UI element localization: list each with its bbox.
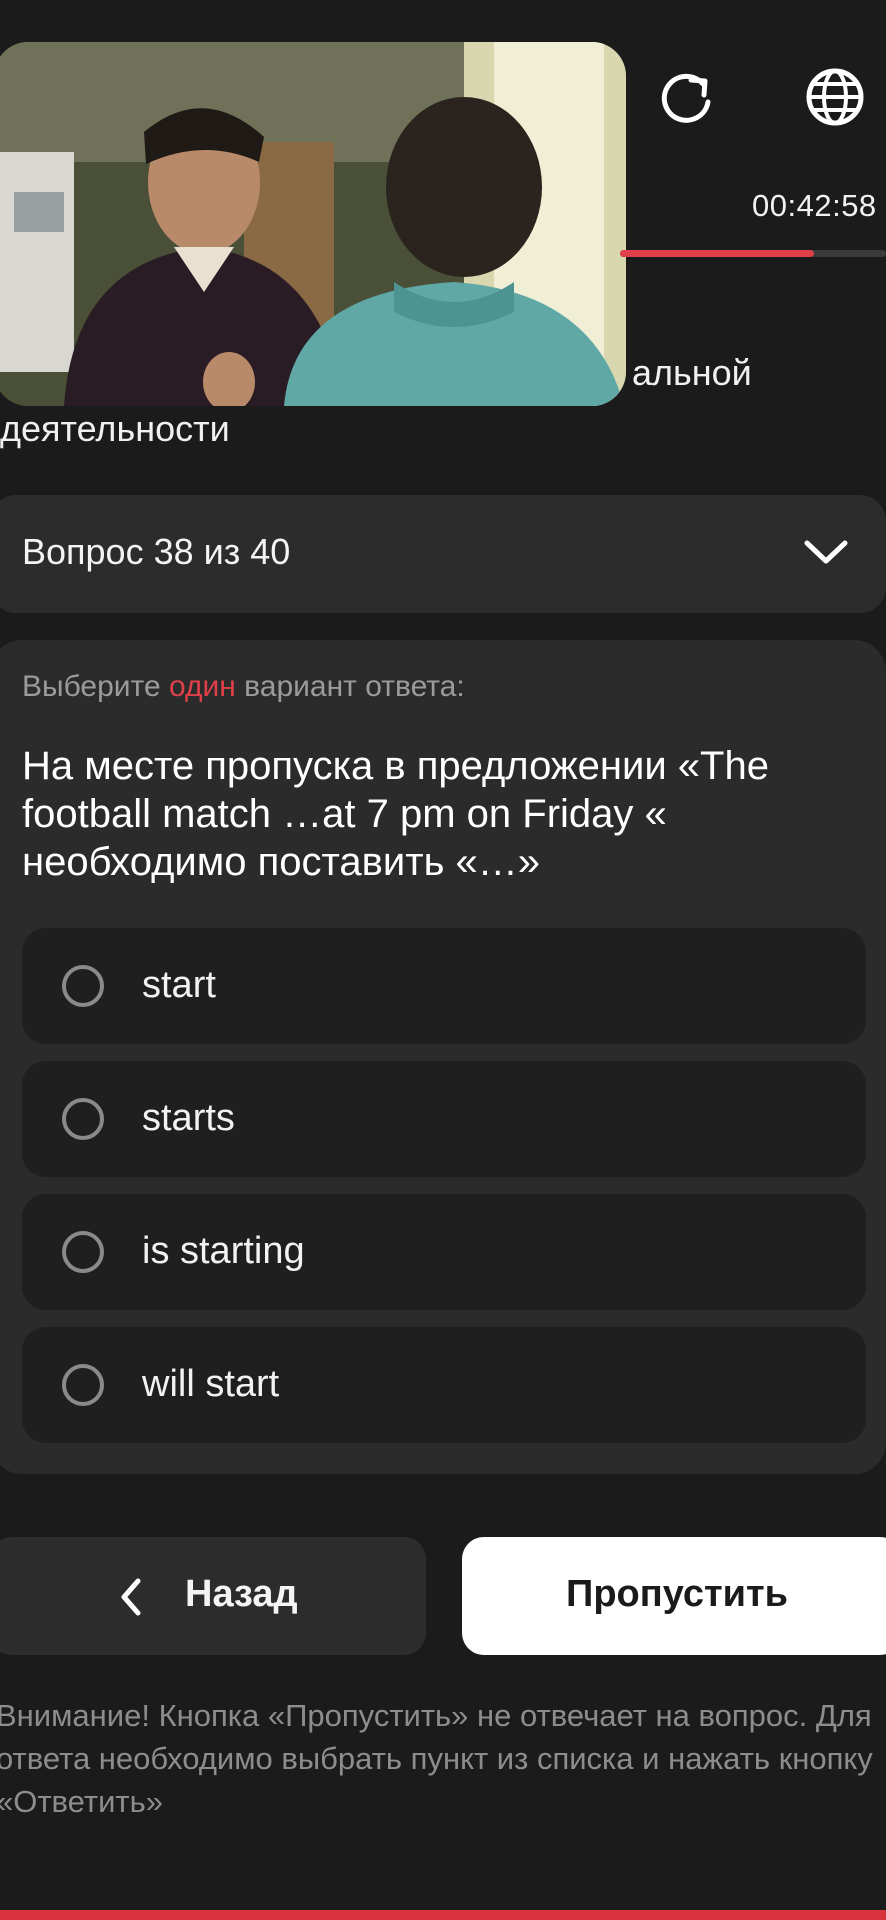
refresh-icon bbox=[661, 73, 711, 123]
radio-icon[interactable] bbox=[62, 1098, 104, 1140]
skip-button[interactable]: Пропустить bbox=[462, 1537, 886, 1655]
answer-option[interactable]: start bbox=[22, 928, 866, 1044]
timer-text: 00:42:58 bbox=[752, 188, 877, 223]
question-selector[interactable]: Вопрос 38 из 40 bbox=[0, 495, 886, 613]
timer-progress-bar bbox=[620, 250, 886, 257]
back-button-label: Назад bbox=[185, 1573, 298, 1615]
video-overlay[interactable] bbox=[0, 42, 626, 406]
timer-progress-fill bbox=[620, 250, 815, 257]
answer-option[interactable]: is starting bbox=[22, 1194, 866, 1310]
question-text: На месте пропуска в предложении «The foo… bbox=[22, 744, 769, 884]
chevron-down-icon bbox=[804, 540, 848, 564]
video-frame bbox=[0, 42, 626, 406]
answer-option[interactable]: will start bbox=[22, 1327, 866, 1443]
question-counter: Вопрос 38 из 40 bbox=[22, 531, 291, 572]
answer-option[interactable]: starts bbox=[22, 1061, 866, 1177]
language-button[interactable] bbox=[796, 58, 874, 136]
answer-option-label: starts bbox=[142, 1097, 235, 1139]
radio-icon[interactable] bbox=[62, 965, 104, 1007]
chevron-left-icon bbox=[121, 1578, 141, 1616]
refresh-button[interactable] bbox=[647, 58, 725, 136]
answer-option-label: start bbox=[142, 964, 216, 1006]
test-title-line1: альной bbox=[632, 352, 752, 393]
globe-icon bbox=[806, 68, 864, 126]
skip-notice: Внимание! Кнопка «Пропустить» не отвечае… bbox=[0, 1698, 873, 1819]
test-title-line2: деятельности bbox=[0, 408, 230, 449]
radio-icon[interactable] bbox=[62, 1364, 104, 1406]
answer-option-label: will start bbox=[142, 1363, 280, 1405]
answer-hint: Выберите один вариант ответа: bbox=[22, 670, 465, 703]
bottom-accent-bar bbox=[0, 1910, 886, 1920]
back-button[interactable]: Назад bbox=[0, 1537, 426, 1655]
answer-hint-accent: один bbox=[168, 670, 236, 703]
skip-button-label: Пропустить bbox=[566, 1573, 788, 1615]
question-card: Выберите один вариант ответа: На месте п… bbox=[0, 640, 886, 1474]
radio-icon[interactable] bbox=[62, 1231, 104, 1273]
answer-option-label: is starting bbox=[142, 1230, 305, 1272]
